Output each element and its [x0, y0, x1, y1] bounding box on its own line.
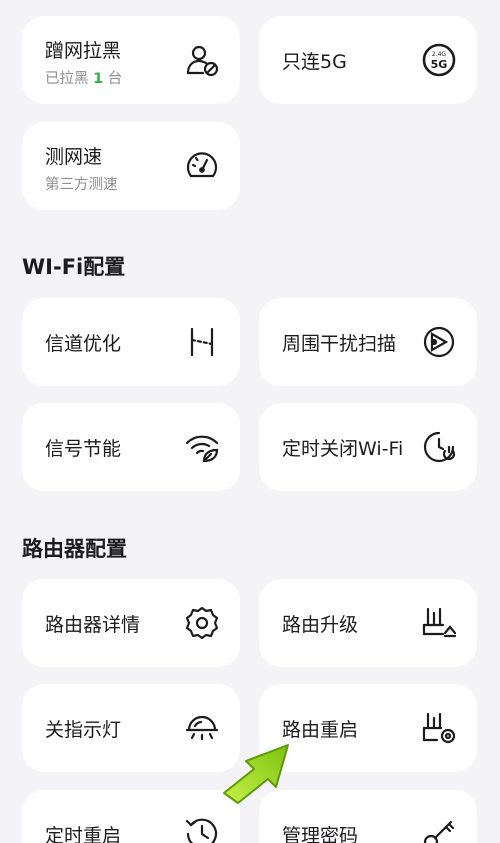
timer-power-icon	[421, 429, 457, 465]
router-section-title: 路由器配置	[22, 537, 127, 561]
router-restart-icon	[421, 710, 457, 746]
signal-saving-title: 信号节能	[45, 438, 122, 460]
router-upgrade-icon	[421, 605, 457, 641]
clock-restart-icon	[184, 816, 220, 843]
wifi-section-title: WI-Fi配置	[22, 255, 126, 279]
interference-scan-title: 周围干扰扫描	[282, 333, 397, 355]
svg-text:2.4G: 2.4G	[432, 51, 447, 58]
speedtest-subtitle: 第三方测速	[45, 177, 118, 193]
speedtest-title: 测网速	[45, 146, 103, 168]
blacklist-card[interactable]: 蹭网拉黑 已拉黑 1 台	[22, 16, 240, 104]
channel-icon	[184, 324, 220, 360]
5g-icon: 2.4G 5G	[421, 42, 457, 78]
scheduled-restart-card[interactable]: 定时重启	[22, 790, 240, 843]
router-details-card[interactable]: 路由器详情	[22, 579, 240, 667]
wifi-leaf-icon	[184, 429, 220, 465]
admin-password-title: 管理密码	[282, 825, 359, 843]
gear-icon	[184, 605, 220, 641]
channel-optimize-card[interactable]: 信道优化	[22, 298, 240, 386]
only-5g-title: 只连5G	[282, 51, 347, 73]
speedometer-icon	[184, 148, 220, 184]
router-upgrade-card[interactable]: 路由升级	[259, 579, 477, 667]
interference-scan-card[interactable]: 周围干扰扫描	[259, 298, 477, 386]
signal-saving-card[interactable]: 信号节能	[22, 403, 240, 491]
indicator-light-card[interactable]: 关指示灯	[22, 684, 240, 772]
router-upgrade-title: 路由升级	[282, 614, 359, 636]
only-5g-card[interactable]: 只连5G 2.4G 5G	[259, 16, 477, 104]
scheduled-restart-title: 定时重启	[45, 825, 122, 843]
svg-text:5G: 5G	[431, 58, 448, 71]
user-block-icon	[184, 42, 220, 78]
router-details-title: 路由器详情	[45, 614, 141, 636]
channel-optimize-title: 信道优化	[45, 333, 122, 355]
indicator-light-icon	[184, 710, 220, 746]
speedtest-card[interactable]: 测网速 第三方测速	[22, 122, 240, 210]
pointer-arrow	[218, 735, 298, 805]
radar-scan-icon	[421, 324, 457, 360]
blacklist-subtitle: 已拉黑 1 台	[45, 71, 123, 87]
blacklist-count: 1	[93, 71, 104, 87]
scheduled-wifi-off-title: 定时关闭Wi-Fi	[282, 438, 404, 460]
key-icon	[421, 816, 457, 843]
indicator-light-title: 关指示灯	[45, 719, 122, 741]
blacklist-title: 蹭网拉黑	[45, 40, 122, 62]
scheduled-wifi-off-card[interactable]: 定时关闭Wi-Fi	[259, 403, 477, 491]
